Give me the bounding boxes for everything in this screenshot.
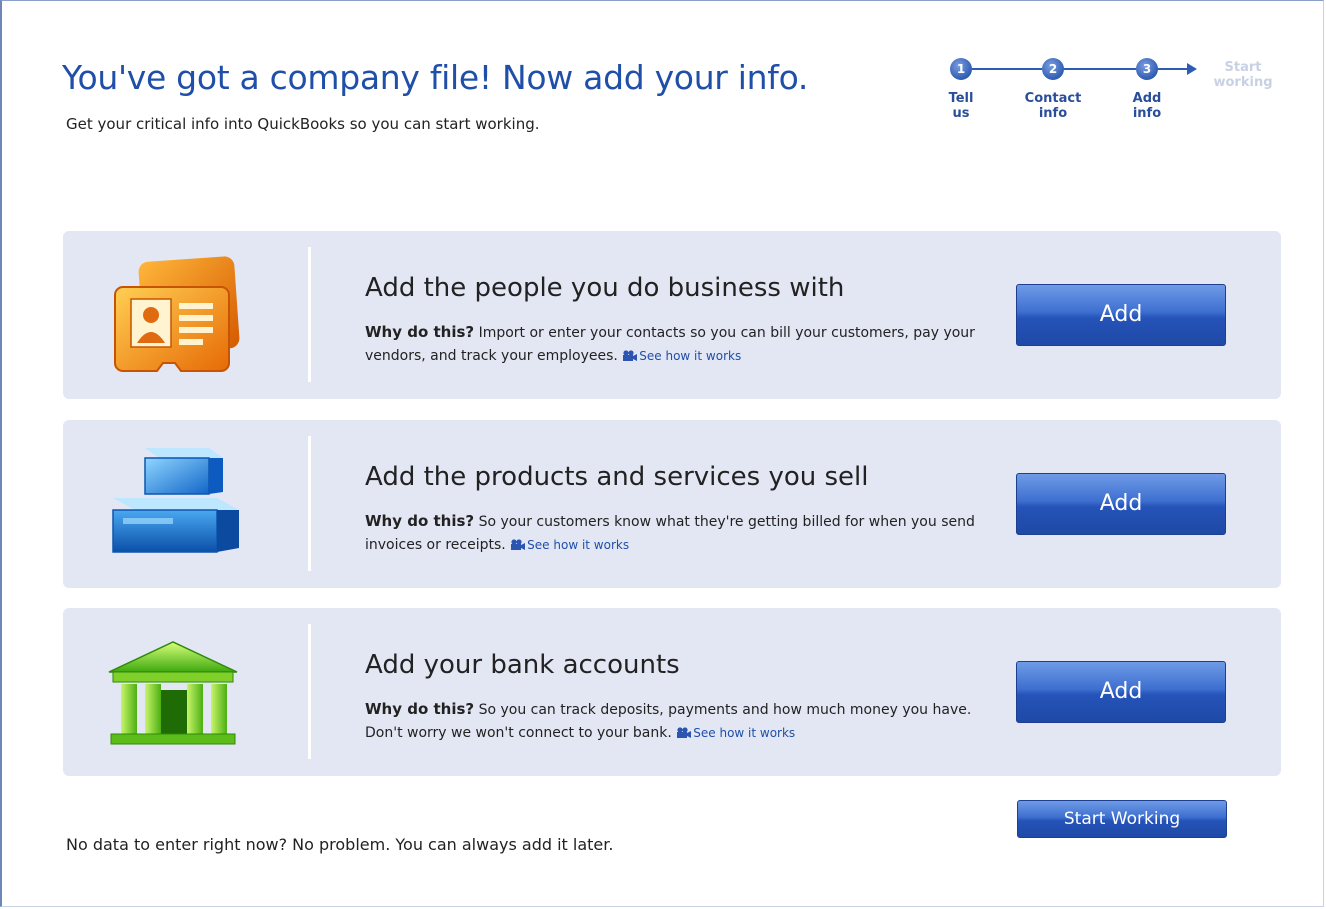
product-boxes-icon: [101, 442, 251, 566]
add-people-button[interactable]: Add: [1016, 284, 1226, 346]
see-how-link-label: See how it works: [693, 726, 796, 740]
step-connector: [1064, 68, 1136, 70]
step-3-circle: 3: [1136, 58, 1158, 80]
start-working-button[interactable]: Start Working: [1017, 800, 1227, 838]
step-connector: [972, 68, 1042, 70]
progress-steps: 1 2 3 Tell us Contact info Add info Star…: [946, 58, 1276, 128]
footer-note: No data to enter right now? No problem. …: [66, 835, 614, 854]
card-divider: [308, 624, 311, 759]
see-how-link-label: See how it works: [639, 349, 742, 363]
card-title: Add the products and services you sell: [365, 462, 869, 492]
page-title: You've got a company file! Now add your …: [62, 58, 809, 97]
video-camera-icon: [677, 727, 692, 738]
card-people: Add the people you do business with Why …: [63, 231, 1281, 399]
step-4-label: Start working: [1213, 60, 1273, 90]
see-how-link-label: See how it works: [527, 538, 630, 552]
why-label: Why do this?: [365, 512, 475, 530]
step-2-circle: 2: [1042, 58, 1064, 80]
card-description: Why do this? So you can track deposits, …: [365, 698, 1005, 745]
why-label: Why do this?: [365, 700, 475, 718]
card-divider: [308, 436, 311, 571]
bank-building-icon: [101, 630, 251, 754]
see-how-link[interactable]: See how it works: [622, 349, 741, 363]
video-camera-icon: [623, 350, 638, 361]
card-title: Add the people you do business with: [365, 273, 845, 303]
contact-card-icon: [101, 253, 251, 377]
why-label: Why do this?: [365, 323, 475, 341]
add-bank-button[interactable]: Add: [1016, 661, 1226, 723]
step-1-circle: 1: [950, 58, 972, 80]
see-how-link[interactable]: See how it works: [676, 726, 795, 740]
step-connector: [1158, 68, 1188, 70]
add-products-button[interactable]: Add: [1016, 473, 1226, 535]
step-arrow-icon: [1187, 63, 1197, 75]
step-3-label: Add info: [1132, 91, 1162, 121]
card-description: Why do this? So your customers know what…: [365, 510, 1005, 557]
see-how-link[interactable]: See how it works: [510, 538, 629, 552]
step-1-label: Tell us: [948, 91, 974, 121]
video-camera-icon: [511, 539, 526, 550]
card-description: Why do this? Import or enter your contac…: [365, 321, 1005, 368]
step-2-label: Contact info: [1024, 91, 1082, 121]
card-bank: Add your bank accounts Why do this? So y…: [63, 608, 1281, 776]
card-divider: [308, 247, 311, 382]
page-subtitle: Get your critical info into QuickBooks s…: [66, 115, 540, 133]
card-products: Add the products and services you sell W…: [63, 420, 1281, 588]
card-title: Add your bank accounts: [365, 650, 680, 680]
